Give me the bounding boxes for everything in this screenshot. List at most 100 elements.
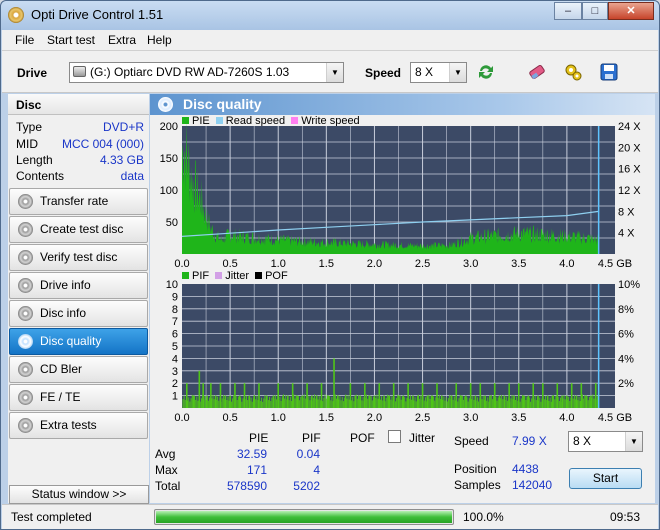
disc-mid-label: MID (16, 137, 38, 151)
stats-total-pif: 5202 (293, 479, 320, 493)
pie-chart: PIE Read speed Write speed 200 150 100 50 24… (150, 115, 655, 270)
jitter-label: Jitter (409, 431, 436, 445)
maximize-button[interactable]: □ (582, 2, 608, 20)
pif-plot: 10987654321 10% 8% 6% 4% 2% 0.0 0.5 1.0 1.5 2.0 2.5… (166, 279, 640, 422)
stats-total-pie: 578590 (226, 479, 267, 493)
y-tick-label: 8 (172, 304, 178, 316)
gear-icon (565, 64, 582, 81)
nav-label: CD Bler (40, 362, 83, 376)
y-tick-label: 200 (160, 121, 178, 133)
nav-disc-quality[interactable]: Disc quality (9, 328, 148, 355)
nav-transfer-rate[interactable]: Transfer rate (9, 188, 148, 215)
position-value: 4438 (512, 462, 539, 476)
y-tick-label: 3 (172, 366, 178, 378)
drive-select[interactable]: (G:) Optiarc DVD RW AD-7260S 1.03 ▼ (69, 62, 344, 83)
disc-type-value: DVD+R (102, 120, 144, 134)
x-tick-label: 1.0 (271, 258, 286, 270)
drive-label: Drive (17, 66, 48, 80)
panel-title: Disc quality (183, 96, 262, 112)
speed-stat-value: 7.99 X (512, 434, 547, 448)
x-tick-label: 4.0 (559, 258, 574, 270)
x-tick-label: 3.5 (511, 412, 526, 422)
nav-label: Transfer rate (40, 194, 109, 208)
x-tick-label: 4.5 GB (598, 258, 632, 270)
stats-avg-label: Avg (155, 447, 176, 461)
drive-select-value: (G:) Optiarc DVD RW AD-7260S 1.03 (90, 65, 290, 79)
y-tick-label: 50 (166, 217, 178, 229)
menu-help[interactable]: Help (147, 33, 172, 47)
refresh-icon (479, 65, 493, 79)
app-window: Opti Drive Control 1.51 – □ ✕ File Start… (0, 0, 660, 530)
nav-label: Disc quality (40, 334, 102, 348)
status-text: Test completed (11, 510, 92, 524)
nav-drive-info[interactable]: Drive info (9, 272, 148, 299)
nav-create-test-disc[interactable]: Create test disc (9, 216, 148, 243)
disc-length-value: 4.33 GB (99, 153, 144, 167)
y2-tick-label: 24 X (618, 121, 641, 133)
y2-tick-label: 4% (618, 353, 634, 365)
disc-icon (18, 362, 33, 377)
minimize-button[interactable]: – (554, 2, 582, 20)
disc-contents-value: data (120, 169, 144, 183)
disc-icon (18, 334, 33, 349)
nav-fe-te[interactable]: FE / TE (9, 384, 148, 411)
pie-plot: 200 150 100 50 24 X 20 X 16 X 12 X 8 X 4 X 0.0 0.5 1… (160, 121, 642, 270)
sidebar: Disc Type DVD+R MID MCC 004 (000) Length 4.… (8, 94, 149, 503)
y2-tick-label: 8% (618, 304, 634, 316)
settings-button[interactable] (561, 60, 585, 84)
nav-verify-test-disc[interactable]: Verify test disc (9, 244, 148, 271)
menu-start-test[interactable]: Start test (47, 33, 95, 47)
stats-col-pif: PIF (302, 431, 321, 445)
x-tick-label: 0.5 (222, 412, 237, 422)
stats-max-pie: 171 (246, 463, 267, 477)
menu-extra[interactable]: Extra (108, 33, 136, 47)
speed-select[interactable]: 8 X ▼ (410, 62, 467, 83)
x-tick-label: 4.5 GB (598, 412, 632, 422)
status-window-button[interactable]: Status window >> (9, 485, 149, 504)
nav-disc-info[interactable]: Disc info (9, 300, 148, 327)
y2-tick-label: 12 X (618, 185, 641, 197)
toolbar: Drive (G:) Optiarc DVD RW AD-7260S 1.03 … (2, 51, 658, 93)
disc-contents-label: Contents (16, 169, 65, 183)
eraser-icon (529, 64, 545, 80)
x-tick-label: 0.5 (222, 258, 237, 270)
x-tick-label: 0.0 (174, 258, 189, 270)
panel-header: Disc quality (150, 94, 655, 115)
x-tick-label: 4.0 (559, 412, 574, 422)
nav-cd-bler[interactable]: CD Bler (9, 356, 148, 383)
menu-file[interactable]: File (15, 33, 34, 47)
progress-fill (156, 511, 452, 523)
y2-tick-label: 20 X (618, 142, 641, 154)
x-tick-label: 2.5 (415, 258, 430, 270)
disc-icon (18, 418, 33, 433)
stats-total-label: Total (155, 479, 181, 493)
x-tick-label: 1.5 (319, 258, 334, 270)
stats-col-pie: PIE (249, 431, 269, 445)
title-bar: Opti Drive Control 1.51 – □ ✕ (1, 1, 659, 30)
stats-avg-pie: 32.59 (236, 447, 267, 461)
position-label: Position (454, 462, 497, 476)
test-speed-select[interactable]: 8 X ▼ (568, 431, 643, 452)
x-tick-label: 3.5 (511, 258, 526, 270)
nav-label: Extra tests (40, 418, 97, 432)
drive-icon (73, 66, 86, 77)
y-tick-label: 100 (160, 185, 178, 197)
pif-chart: PIF Jitter POF 10 9 8 7 6 5 4 3 2 1 10% 8% 6% 4% 2% 0.0… (150, 270, 655, 422)
jitter-checkbox[interactable] (388, 430, 401, 443)
refresh-button[interactable] (474, 60, 498, 84)
x-tick-label: 1.0 (271, 412, 286, 422)
save-button[interactable] (597, 60, 621, 84)
disc-type-label: Type (16, 120, 43, 134)
y2-tick-label: 2% (618, 378, 634, 390)
x-tick-label: 3.0 (463, 258, 478, 270)
app-icon (8, 7, 24, 23)
close-button[interactable]: ✕ (608, 2, 654, 20)
disc-icon (18, 222, 33, 237)
y2-tick-label: 6% (618, 329, 634, 341)
erase-button[interactable] (525, 60, 549, 84)
nav-extra-tests[interactable]: Extra tests (9, 412, 148, 439)
y2-tick-label: 4 X (618, 228, 635, 240)
disc-header: Disc (8, 94, 149, 115)
nav-label: Disc info (40, 306, 87, 320)
start-button[interactable]: Start (569, 468, 642, 489)
